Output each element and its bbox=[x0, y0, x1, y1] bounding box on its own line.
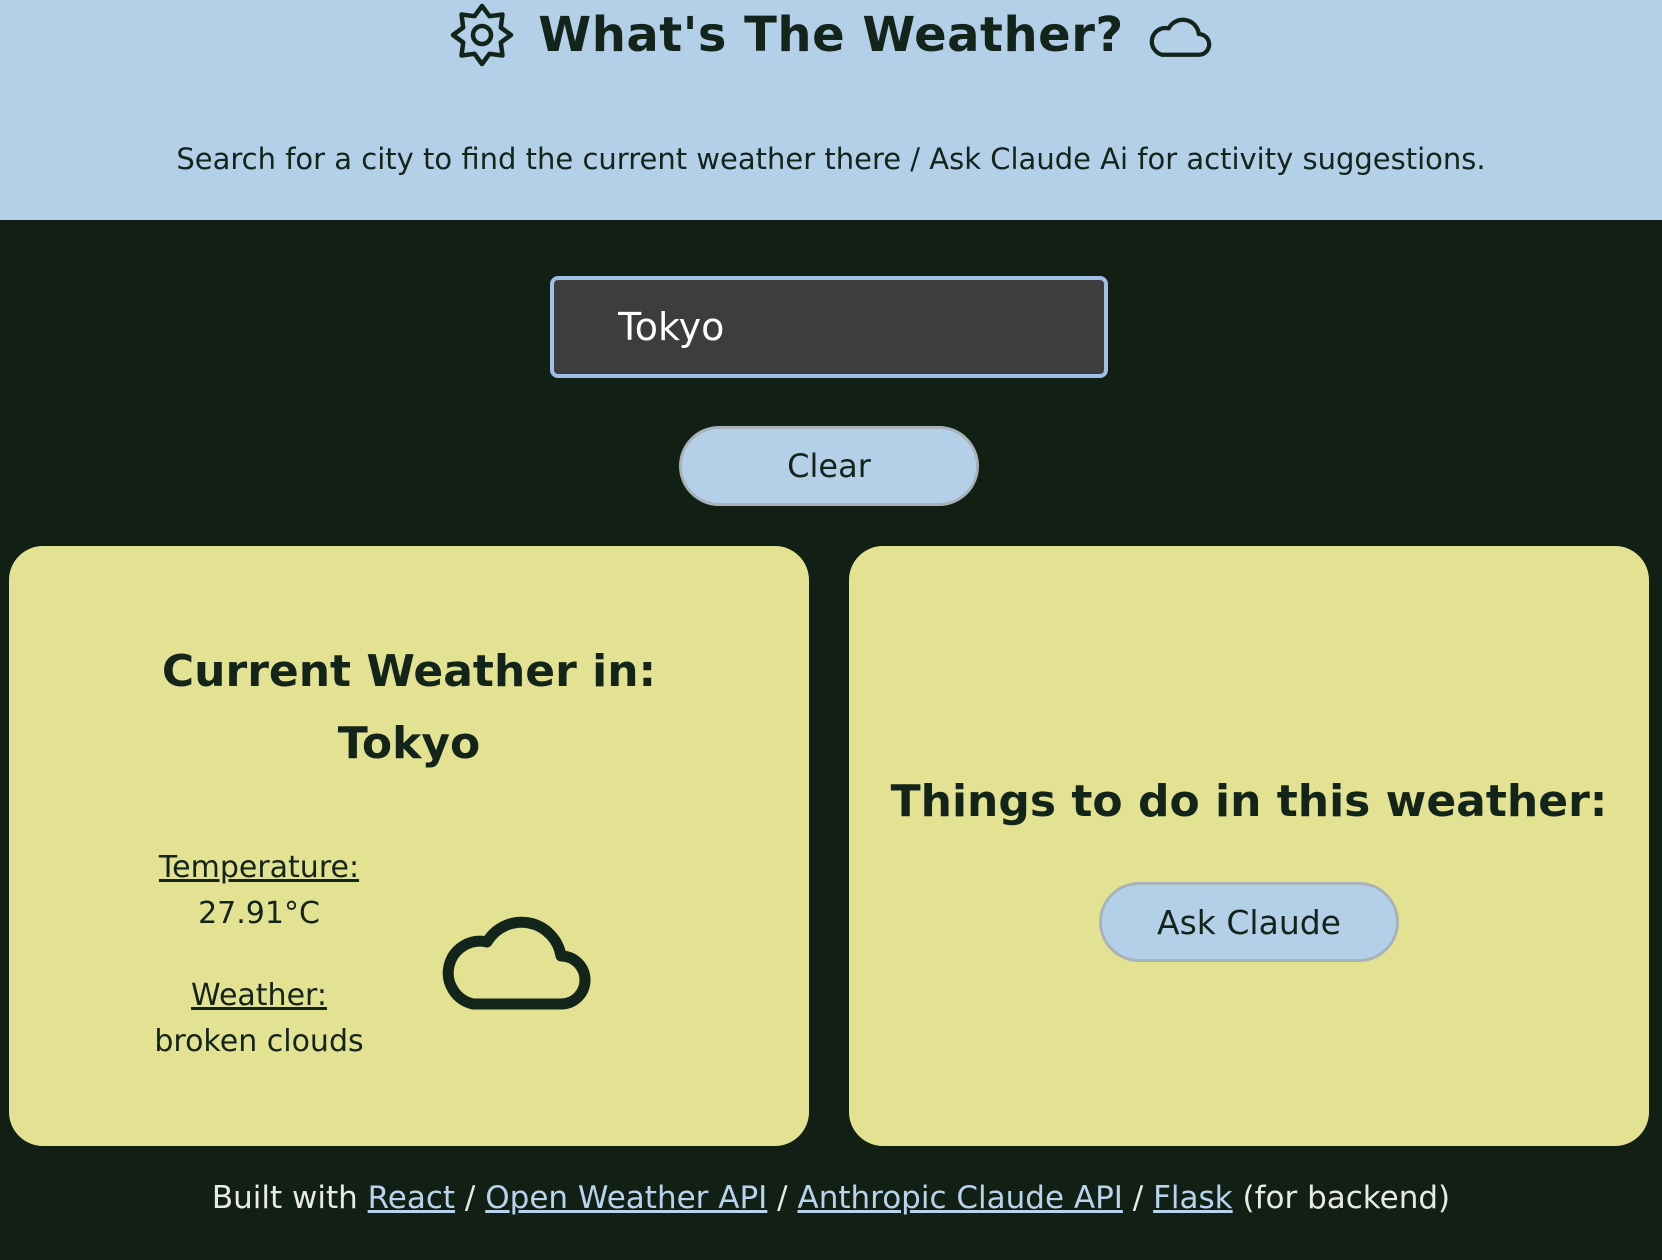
footer-suffix: (for backend) bbox=[1242, 1180, 1451, 1216]
title-row: What's The Weather? bbox=[0, 0, 1662, 70]
temperature-value: 27.91°C bbox=[198, 896, 320, 931]
weather-city: Tokyo bbox=[337, 718, 481, 769]
weather-heading-label: Current Weather in: bbox=[161, 646, 657, 697]
weather-value: broken clouds bbox=[154, 1024, 364, 1059]
app-title: What's The Weather? bbox=[538, 7, 1124, 63]
anthropic-claude-api-link[interactable]: Anthropic Claude API bbox=[797, 1180, 1122, 1216]
footer-separator: / bbox=[777, 1180, 788, 1216]
current-weather-card: Current Weather in: Tokyo Temperature: 2… bbox=[9, 546, 809, 1146]
activity-heading: Things to do in this weather: bbox=[890, 776, 1608, 827]
weather-heading: Current Weather in: Tokyo bbox=[9, 636, 809, 780]
flask-link[interactable]: Flask bbox=[1153, 1180, 1233, 1216]
footer-prefix: Built with bbox=[211, 1180, 358, 1216]
weather-label: Weather: bbox=[191, 978, 327, 1013]
open-weather-api-link[interactable]: Open Weather API bbox=[485, 1180, 767, 1216]
footer-separator: / bbox=[1132, 1180, 1144, 1216]
sun-gear-icon bbox=[450, 3, 514, 67]
temperature-label: Temperature: bbox=[158, 850, 360, 885]
temperature-stat: Temperature: 27.91°C bbox=[129, 846, 389, 938]
app-header: What's The Weather? Search for a city to… bbox=[0, 0, 1662, 220]
ask-claude-button[interactable]: Ask Claude bbox=[1099, 882, 1399, 962]
footer-separator: / bbox=[464, 1180, 476, 1216]
activity-card: Things to do in this weather: Ask Claude bbox=[849, 546, 1649, 1146]
clear-button[interactable]: Clear bbox=[679, 426, 979, 506]
cloud-icon bbox=[439, 886, 599, 1016]
footer: Built with React / Open Weather API / An… bbox=[0, 1180, 1662, 1216]
app-subtitle: Search for a city to find the current we… bbox=[176, 142, 1486, 176]
react-link[interactable]: React bbox=[368, 1180, 455, 1216]
cloud-icon bbox=[1148, 3, 1212, 67]
weather-stat: Weather: broken clouds bbox=[129, 974, 389, 1066]
city-search-input[interactable] bbox=[550, 276, 1108, 378]
